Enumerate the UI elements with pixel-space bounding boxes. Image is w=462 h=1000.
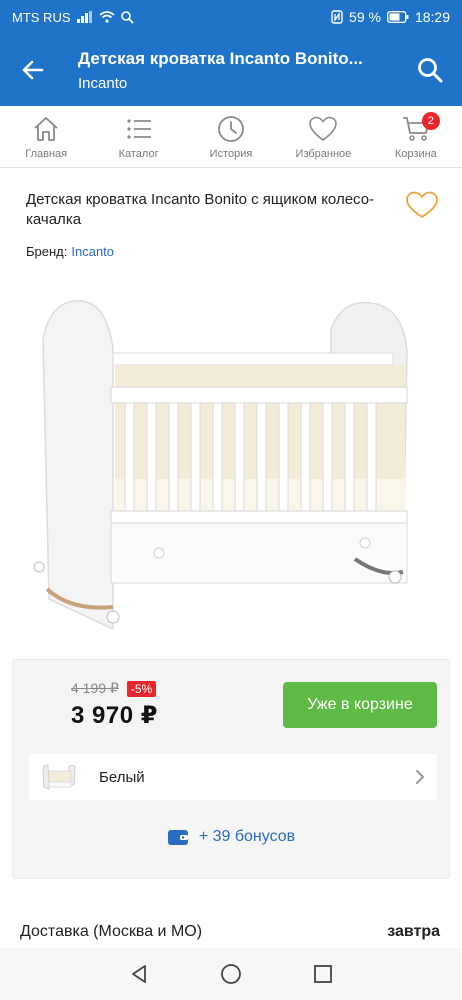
page-subtitle: Incanto [78,74,128,92]
tab-cart-label: Корзина [394,147,437,160]
bonus-info[interactable]: + 39 бонусов [13,828,449,846]
delivery-row[interactable]: Доставка (Москва и МО) завтра [0,879,462,941]
signal-icon [76,11,92,23]
tab-cart[interactable]: 2 Корзина [370,106,462,167]
price-card: 4 199 ₽ -5% 3 970 ₽ Уже в корзине Белый … [12,659,450,879]
crib-image [33,300,408,629]
battery-icon [387,11,409,23]
arrow-left-icon [22,60,44,80]
home-icon [34,116,58,141]
delivery-label: Доставка (Москва и МО) [20,923,203,940]
wallet-icon [167,830,188,845]
home-circle-icon[interactable] [220,963,242,985]
old-price: 4 199 ₽ [71,680,119,696]
battery-percent: 59 % [349,9,381,25]
search-button[interactable] [412,52,448,88]
product-image[interactable] [0,259,462,659]
delivery-date: завтра [387,923,440,940]
heart-icon [309,116,338,141]
chevron-right-icon [416,770,425,784]
product-title: Детская кроватка Incanto Bonito с ящиком… [26,191,375,228]
nfc-icon [331,10,343,24]
back-button[interactable] [16,53,50,87]
search-icon [418,58,443,83]
variant-label: Белый [99,768,145,786]
clock-time: 18:29 [414,9,450,25]
clock-icon [218,115,244,142]
add-to-favorites-button[interactable] [402,190,442,230]
product-header: Детская кроватка Incanto Bonito с ящиком… [0,168,462,230]
wifi-icon [98,11,115,23]
variant-selector[interactable]: Белый [29,754,437,800]
status-bar: MTS RUS 59 % 18:29 [0,0,462,34]
tab-home[interactable]: Главная [0,106,92,167]
system-nav-bar [0,948,462,1000]
tab-catalog-label: Каталог [118,147,159,160]
discount-badge: -5% [126,680,157,697]
search-status-icon [120,10,134,24]
page-title: Детская кроватка Incanto Bonito... [78,48,363,68]
in-cart-button[interactable]: Уже в корзине [283,682,437,728]
brand-line: Бренд: Incanto [0,230,462,259]
heart-outline-icon [406,191,438,219]
recents-square-icon[interactable] [312,963,334,985]
brand-link[interactable]: Incanto [71,244,114,259]
cart-count-badge: 2 [421,112,440,130]
list-icon [127,118,151,139]
carrier-label: MTS RUS [12,9,71,25]
tab-history-label: История [209,147,253,160]
brand-label: Бренд: [26,244,68,259]
back-triangle-icon[interactable] [128,963,150,985]
tab-home-label: Главная [25,147,68,160]
tab-catalog[interactable]: Каталог [92,106,184,167]
variant-thumbnail [42,764,76,790]
tab-history[interactable]: История [185,106,277,167]
current-price: 3 970 ₽ [71,702,158,729]
bonus-text: + 39 бонусов [198,828,296,845]
main-nav-tabs: Главная Каталог История Избранное 2 Корз… [0,106,462,168]
app-bar: Детская кроватка Incanto Bonito... Incan… [0,34,462,106]
tab-favorites-label: Избранное [295,147,352,160]
tab-favorites[interactable]: Избранное [277,106,369,167]
